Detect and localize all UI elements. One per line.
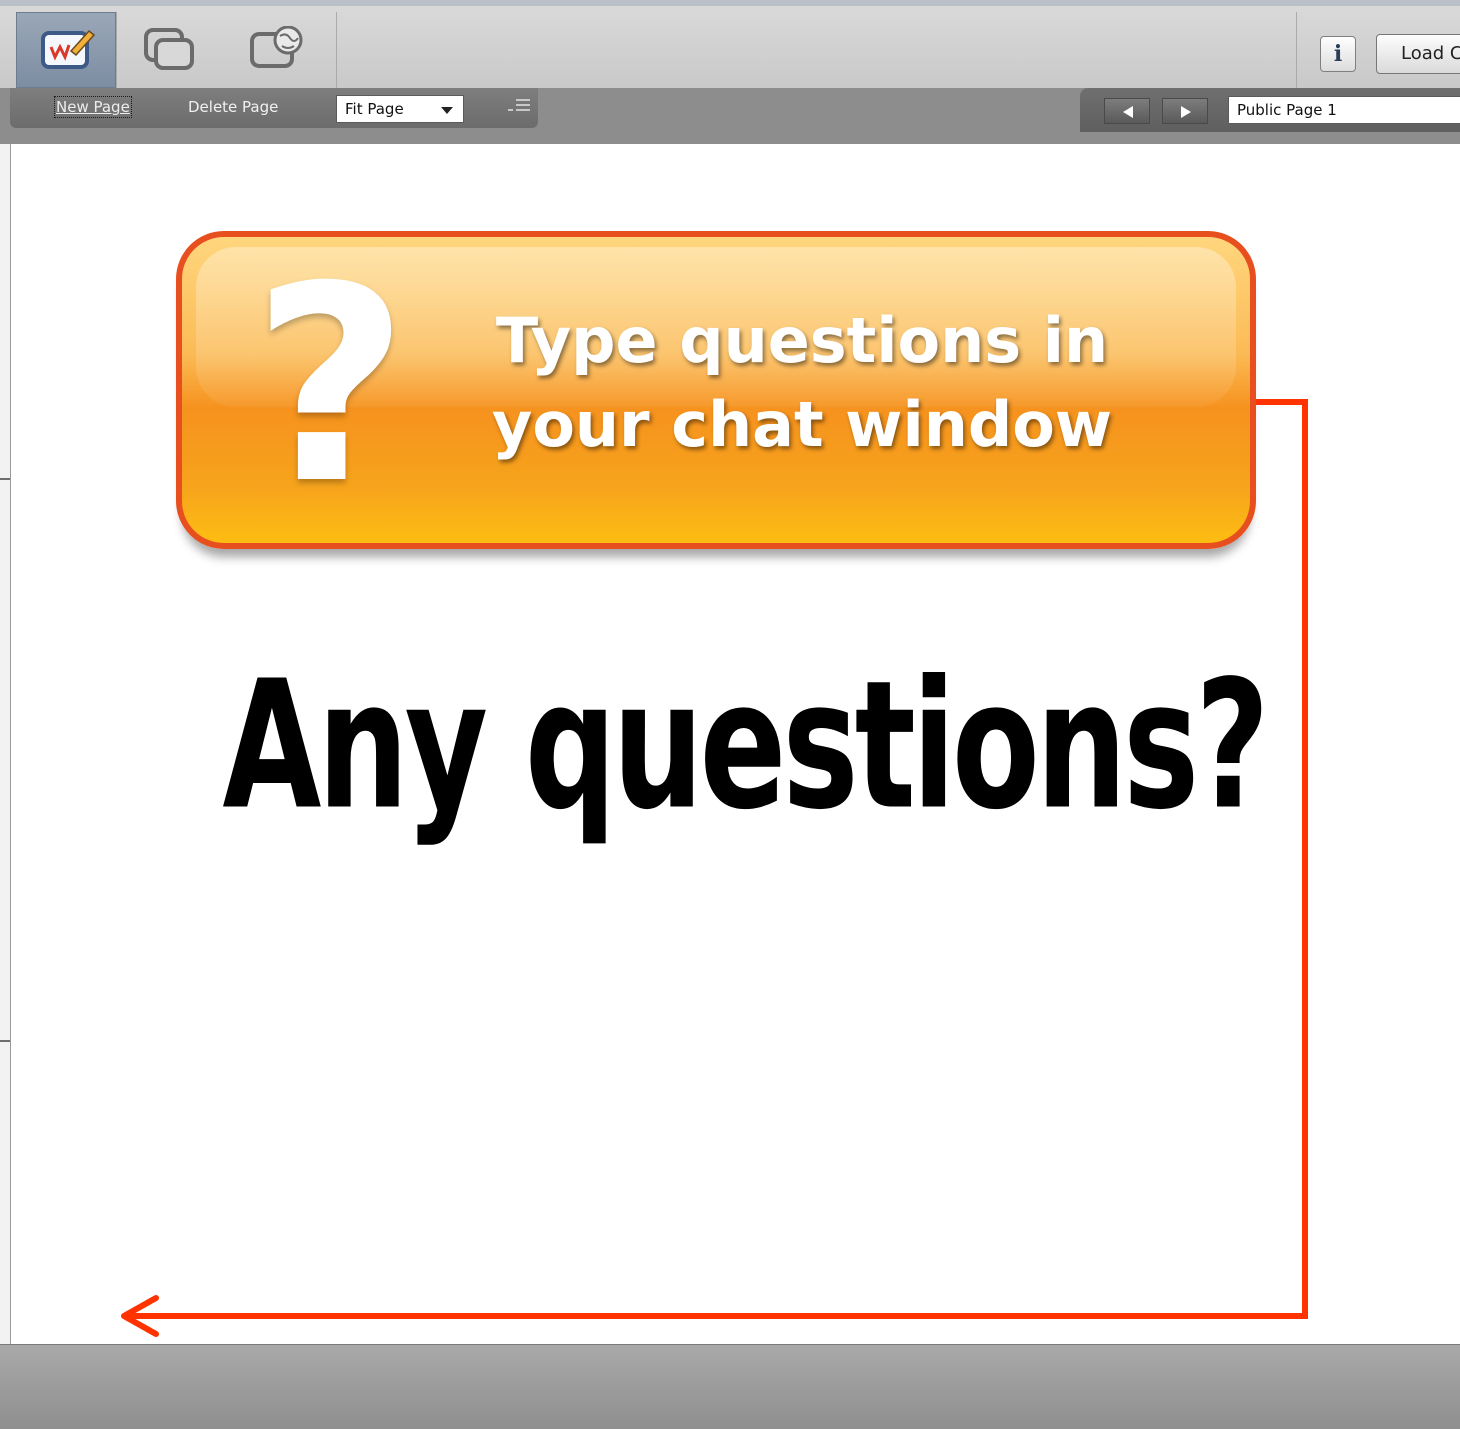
previous-page-button[interactable] <box>1104 98 1150 124</box>
question-mark-icon: ? <box>252 231 409 543</box>
banner-text-line-2: your chat window <box>491 388 1113 461</box>
web-browser-tool-button[interactable] <box>222 12 322 88</box>
page-select[interactable]: Public Page 1 <box>1228 96 1460 124</box>
web-browser-icon <box>250 26 303 68</box>
delete-page-link[interactable]: Delete Page <box>188 98 278 116</box>
bottom-status-bar <box>0 1344 1460 1429</box>
zoom-select-value: Fit Page <box>345 100 404 118</box>
screen-share-tool-button[interactable] <box>118 12 218 88</box>
whiteboard-icon <box>41 29 95 69</box>
whiteboard-tool-button[interactable] <box>16 12 116 88</box>
arrow-right-icon <box>1181 106 1191 118</box>
screen-share-icon <box>144 28 194 70</box>
list-options-icon[interactable] <box>508 96 532 118</box>
page-actions-group: New Page Delete Page Fit Page <box>10 88 538 128</box>
chat-instruction-banner: ? Type questions in your chat window <box>176 231 1256 549</box>
left-gutter <box>0 144 11 1344</box>
web-conference-app: i Load C New Page Delete Page Fit Page P… <box>0 0 1460 1429</box>
new-page-link[interactable]: New Page <box>54 96 132 118</box>
chevron-down-icon <box>441 107 453 114</box>
zoom-select[interactable]: Fit Page <box>336 95 464 123</box>
main-toolbar: i Load C <box>0 0 1460 88</box>
arrow-left-icon <box>1123 106 1133 118</box>
load-button[interactable]: Load C <box>1376 34 1460 74</box>
next-page-button[interactable] <box>1162 98 1208 124</box>
slide-title: Any questions? <box>222 641 1269 849</box>
banner-text: Type questions in your chat window <box>422 299 1182 467</box>
info-button[interactable]: i <box>1320 36 1356 72</box>
banner-text-line-1: Type questions in <box>495 304 1109 377</box>
info-icon: i <box>1333 41 1343 67</box>
